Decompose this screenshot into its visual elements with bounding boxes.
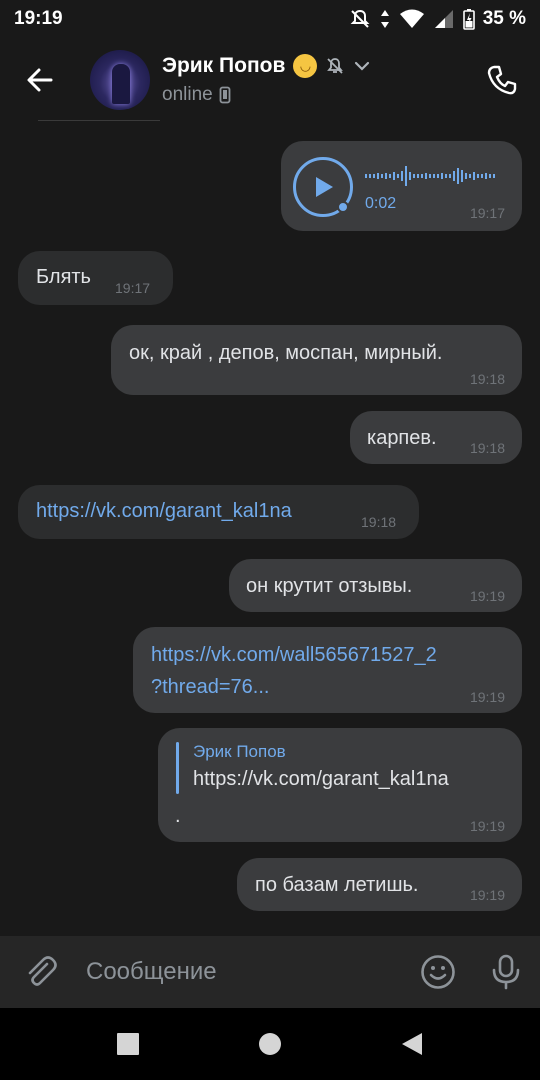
reply-message[interactable]: Эрик Попов https://vk.com/garant_kal1na …	[158, 728, 522, 842]
message-time: 19:18	[361, 514, 397, 530]
reply-quote: https://vk.com/garant_kal1na	[193, 768, 449, 790]
system-nav-bar	[0, 1008, 540, 1080]
message-composer	[0, 936, 540, 1008]
reply-bar	[176, 742, 179, 794]
reply-author[interactable]: Эрик Попов	[193, 742, 286, 762]
call-button[interactable]	[482, 60, 522, 100]
circle-icon	[259, 1033, 281, 1055]
attach-button[interactable]	[0, 936, 82, 1008]
contact-status: online	[162, 84, 213, 105]
header-divider	[38, 120, 160, 121]
message-time: 19:19	[469, 818, 505, 834]
voice-duration: 0:02	[365, 195, 397, 212]
wifi-icon	[399, 9, 424, 28]
recents-button[interactable]	[113, 1029, 143, 1059]
message-input[interactable]	[82, 944, 404, 1000]
voice-waveform[interactable]	[365, 165, 497, 187]
message-time: 19:17	[469, 205, 505, 221]
square-icon	[117, 1033, 139, 1055]
chevron-down-icon[interactable]	[353, 57, 371, 75]
message-bubble[interactable]: он крутит отзывы. 19:19	[229, 559, 522, 612]
home-button[interactable]	[255, 1029, 285, 1059]
status-icons: 35 %	[349, 8, 526, 30]
message-bubble[interactable]: https://vk.com/garant_kal1na 19:18	[18, 485, 419, 539]
message-text: он крутит отзывы.	[246, 575, 413, 597]
voice-record-button[interactable]	[472, 936, 540, 1008]
message-bubble[interactable]: карпев. 19:18	[350, 411, 522, 464]
muted-bell-icon	[327, 58, 344, 74]
phone-icon	[487, 65, 517, 95]
back-button[interactable]	[0, 38, 80, 122]
message-bubble[interactable]: по базам летишь. 19:19	[237, 858, 522, 911]
arrow-left-icon	[27, 68, 53, 92]
message-time: 19:19	[469, 887, 505, 903]
message-link[interactable]: https://vk.com/wall565671527_2	[151, 644, 437, 667]
sneezing-face-icon: ◡	[293, 54, 318, 78]
emoji-button[interactable]	[404, 936, 472, 1008]
message-text: карпев.	[367, 427, 437, 449]
microphone-icon	[492, 954, 520, 990]
message-time: 19:18	[469, 371, 505, 387]
voice-message[interactable]: 0:02 19:17	[281, 141, 522, 231]
status-bar: 19:19 35 %	[0, 0, 540, 38]
play-icon	[316, 177, 333, 197]
message-link[interactable]: https://vk.com/garant_kal1na	[36, 500, 292, 523]
message-link-continued[interactable]: ?thread=76...	[151, 676, 269, 699]
contact-name: Эрик Попов	[162, 54, 286, 77]
message-text: Блять	[36, 266, 91, 288]
message-time: 19:19	[469, 588, 505, 604]
message-time: 19:19	[469, 689, 505, 705]
message-bubble[interactable]: ок, край , депов, моспан, мирный. 19:18	[111, 325, 522, 395]
chat-title[interactable]: Эрик Попов ◡ online	[162, 54, 371, 106]
message-time: 19:17	[115, 280, 151, 296]
unplayed-dot	[337, 201, 349, 213]
avatar[interactable]	[90, 50, 150, 110]
mobile-device-icon	[219, 86, 231, 104]
message-text: ок, край , депов, моспан, мирный.	[129, 342, 443, 364]
smile-icon	[421, 955, 455, 989]
data-arrows-icon	[380, 10, 389, 28]
back-nav-button[interactable]	[397, 1029, 427, 1059]
message-bubble[interactable]: https://vk.com/wall565671527_2 ?thread=7…	[133, 627, 522, 713]
paperclip-icon	[28, 956, 57, 986]
triangle-back-icon	[402, 1033, 422, 1055]
do-not-disturb-icon	[350, 9, 370, 28]
message-text: .	[175, 805, 181, 827]
message-bubble[interactable]: Блять 19:17	[18, 251, 173, 305]
message-time: 19:18	[469, 440, 505, 456]
chat-header: Эрик Попов ◡ online	[0, 38, 540, 122]
battery-icon	[462, 9, 475, 30]
battery-text: 35 %	[482, 8, 526, 29]
message-text: по базам летишь.	[255, 874, 419, 896]
status-time: 19:19	[14, 8, 63, 29]
signal-icon	[434, 10, 453, 28]
